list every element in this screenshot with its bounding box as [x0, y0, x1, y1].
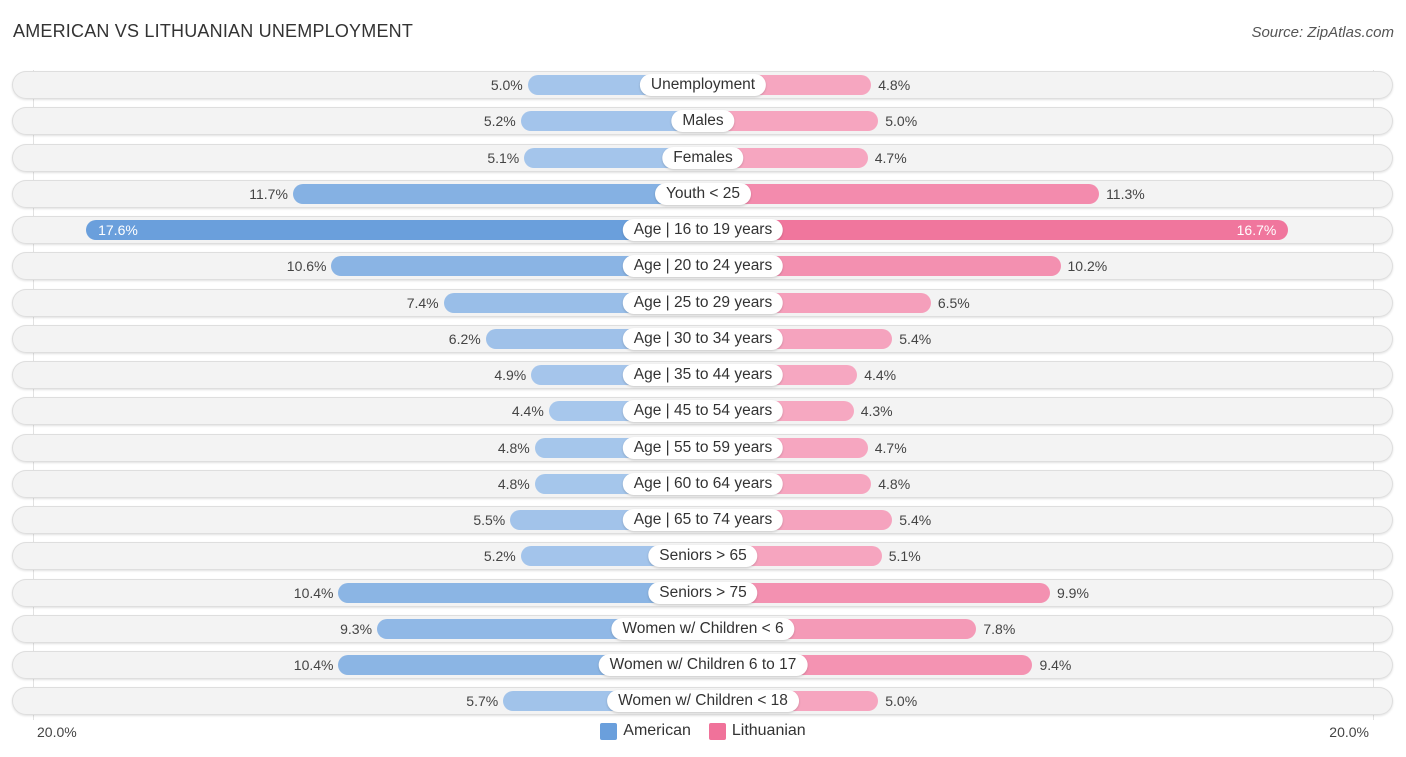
value-label-american: 10.4%: [293, 657, 334, 673]
chart-row: 6.2% 5.4% Age | 30 to 34 years: [12, 324, 1393, 353]
value-label-lithuanian: 6.5%: [937, 294, 970, 311]
value-label-lithuanian: 11.3%: [1106, 185, 1145, 202]
value-label-american: 7.4%: [406, 294, 439, 311]
category-label: Age | 55 to 59 years: [622, 436, 784, 459]
chart-row: 17.6% 16.7% Age | 16 to 19 years: [12, 216, 1393, 244]
category-label: Youth < 25: [655, 182, 751, 205]
value-label-american: 4.8%: [497, 439, 530, 456]
chart-row: 10.4% 9.9% Seniors > 75: [12, 578, 1393, 607]
chart-row: 11.7% 11.3% Youth < 25: [12, 179, 1393, 208]
bar-lithuanian[interactable]: [703, 220, 1289, 240]
category-label: Age | 65 to 74 years: [622, 509, 784, 531]
value-label-american: 5.0%: [490, 77, 523, 93]
legend-swatch-american: [600, 722, 618, 740]
category-label: Age | 45 to 54 years: [622, 400, 784, 423]
chart-row: 5.5% 5.4% Age | 65 to 74 years: [12, 506, 1393, 534]
chart-row: 5.2% 5.1% Seniors > 65: [12, 542, 1393, 571]
chart-row: 5.1% 4.7% Females: [12, 143, 1393, 172]
value-label-lithuanian: 5.4%: [899, 330, 932, 347]
value-label-american: 9.3%: [340, 620, 373, 637]
chart-row: 4.8% 4.7% Age | 55 to 59 years: [12, 433, 1393, 462]
category-label: Unemployment: [639, 74, 767, 96]
category-label: Age | 16 to 19 years: [622, 219, 784, 241]
category-label: Seniors > 75: [648, 581, 758, 604]
value-label-lithuanian: 4.3%: [860, 403, 893, 420]
value-label-american: 10.6%: [286, 258, 327, 275]
value-label-lithuanian: 7.8%: [983, 620, 1016, 637]
category-label: Females: [662, 146, 744, 169]
value-label-lithuanian: 4.4%: [864, 367, 897, 383]
value-label-american: 4.9%: [494, 367, 527, 383]
chart-row: 7.4% 6.5% Age | 25 to 29 years: [12, 288, 1393, 317]
value-label-american: 5.5%: [473, 512, 506, 528]
value-label-lithuanian: 9.9%: [1056, 584, 1089, 601]
chart-row: 4.9% 4.4% Age | 35 to 44 years: [12, 361, 1393, 389]
value-label-lithuanian: 5.0%: [885, 693, 918, 710]
value-label-american: 5.2%: [483, 548, 516, 565]
category-label: Women w/ Children < 18: [607, 690, 799, 713]
legend-item-lithuanian[interactable]: Lithuanian: [708, 722, 806, 740]
chart-row: 5.0% 4.8% Unemployment: [12, 71, 1393, 99]
chart-row: 9.3% 7.8% Women w/ Children < 6: [12, 614, 1393, 643]
value-label-lithuanian: 5.1%: [888, 548, 921, 565]
value-label-american: 17.6%: [98, 222, 138, 238]
chart-row: 4.8% 4.8% Age | 60 to 64 years: [12, 469, 1393, 498]
category-label: Age | 35 to 44 years: [622, 364, 784, 386]
chart-row: 5.2% 5.0% Males: [12, 107, 1393, 136]
value-label-lithuanian: 9.4%: [1039, 657, 1072, 673]
legend-item-american[interactable]: American: [600, 722, 691, 740]
value-label-american: 4.4%: [511, 403, 544, 420]
chart-row: 10.6% 10.2% Age | 20 to 24 years: [12, 252, 1393, 281]
value-label-american: 5.1%: [487, 149, 520, 166]
value-label-lithuanian: 4.7%: [874, 149, 907, 166]
value-label-lithuanian: 4.8%: [878, 475, 911, 492]
category-label: Age | 30 to 34 years: [622, 327, 784, 350]
bar-american[interactable]: [292, 183, 703, 204]
value-label-lithuanian: 4.7%: [874, 439, 907, 456]
value-label-american: 4.8%: [497, 475, 530, 492]
chart-row: 4.4% 4.3% Age | 45 to 54 years: [12, 397, 1393, 426]
category-label: Age | 60 to 64 years: [622, 472, 784, 495]
legend-label-lithuanian: Lithuanian: [731, 722, 806, 739]
value-label-lithuanian: 5.4%: [899, 512, 932, 528]
category-label: Age | 20 to 24 years: [622, 255, 784, 278]
category-label: Age | 25 to 29 years: [622, 291, 784, 314]
category-label: Seniors > 65: [648, 545, 758, 568]
value-label-american: 5.7%: [466, 693, 499, 710]
category-label: Women w/ Children 6 to 17: [598, 654, 808, 676]
value-label-american: 6.2%: [448, 330, 481, 347]
source-label: Source: ZipAtlas.com: [1251, 24, 1394, 41]
value-label-lithuanian: 16.7%: [1236, 222, 1277, 238]
legend-label-american: American: [623, 722, 691, 739]
value-label-american: 5.2%: [483, 113, 516, 130]
value-label-american: 10.4%: [293, 584, 334, 601]
chart-row: 10.4% 9.4% Women w/ Children 6 to 17: [12, 651, 1393, 679]
bar-lithuanian[interactable]: [703, 183, 1100, 204]
value-label-american: 11.7%: [249, 185, 288, 202]
category-label: Males: [671, 110, 735, 133]
legend-swatch-lithuanian: [708, 722, 726, 740]
bar-american[interactable]: [86, 220, 703, 240]
legend: American Lithuanian: [0, 722, 1406, 740]
chart-title: AMERICAN VS LITHUANIAN UNEMPLOYMENT: [13, 21, 414, 41]
value-label-lithuanian: 10.2%: [1067, 258, 1108, 275]
category-label: Women w/ Children < 6: [611, 617, 795, 640]
chart-row: 5.7% 5.0% Women w/ Children < 18: [12, 687, 1393, 716]
value-label-lithuanian: 4.8%: [878, 77, 911, 93]
value-label-lithuanian: 5.0%: [885, 113, 918, 130]
